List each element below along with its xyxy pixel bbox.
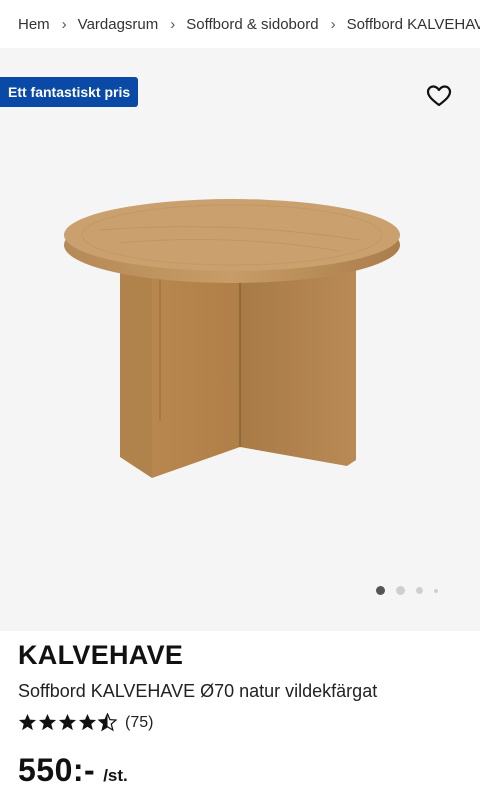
breadcrumb-current-product[interactable]: Soffbord KALVEHAVE	[347, 16, 480, 33]
rating-stars	[18, 713, 117, 732]
star-icon	[18, 713, 37, 731]
chevron-right-icon: ›	[170, 15, 176, 33]
product-rating[interactable]: (75)	[18, 713, 153, 732]
product-description: Soffbord KALVEHAVE Ø70 natur vildekfärga…	[18, 681, 378, 701]
breadcrumb-soffbord-sidobord[interactable]: Soffbord & sidobord	[186, 16, 318, 33]
chevron-right-icon: ›	[61, 15, 67, 33]
product-brand: KALVEHAVE	[18, 640, 184, 670]
gallery-pagination	[376, 586, 438, 595]
price-value: 550:-	[18, 752, 96, 788]
star-half-icon	[98, 713, 117, 732]
favorite-button[interactable]	[426, 84, 452, 108]
breadcrumb: Hem › Vardagsrum › Soffbord & sidobord ›…	[0, 0, 480, 48]
product-image	[64, 199, 400, 478]
star-icon	[38, 713, 57, 731]
gallery-dot-3[interactable]	[416, 587, 423, 594]
promo-badge: Ett fantastiskt pris	[0, 77, 139, 107]
heart-outline-icon	[426, 85, 452, 107]
price-unit: /st.	[103, 766, 128, 785]
breadcrumb-home[interactable]: Hem	[18, 16, 50, 33]
chevron-right-icon: ›	[330, 15, 336, 33]
product-price: 550:- /st.	[18, 752, 128, 789]
star-icon	[58, 713, 77, 731]
star-icon	[78, 713, 97, 731]
gallery-dot-4[interactable]	[434, 588, 438, 593]
gallery-dot-2[interactable]	[396, 586, 405, 595]
breadcrumb-vardagsrum[interactable]: Vardagsrum	[78, 16, 159, 33]
review-count: (75)	[125, 713, 154, 731]
gallery-dot-1[interactable]	[376, 586, 385, 595]
